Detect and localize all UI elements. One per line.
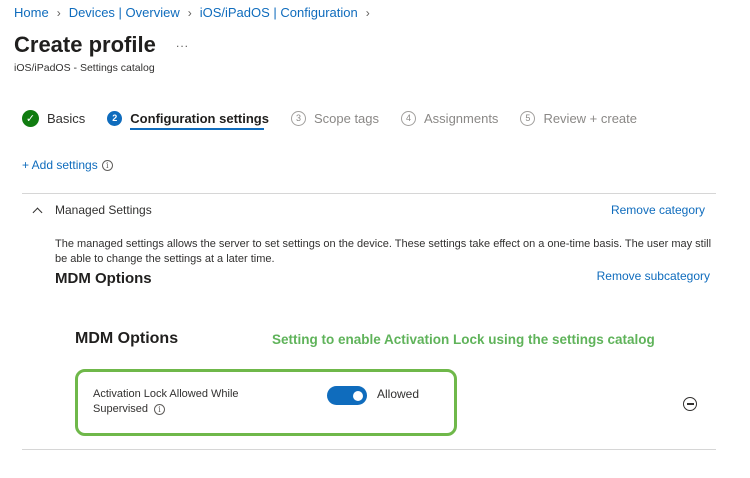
- subcategory-title: MDM Options: [55, 270, 152, 287]
- step-number-icon: 3: [290, 110, 306, 126]
- category-name: Managed Settings: [55, 203, 152, 217]
- step-number-icon: 5: [520, 110, 536, 126]
- breadcrumb-chevron-icon: ›: [365, 5, 370, 20]
- settings-group-title: MDM Options: [75, 330, 179, 347]
- breadcrumb-chevron-icon: ›: [56, 5, 61, 20]
- toggle-state-label: Allowed: [377, 387, 420, 401]
- breadcrumb-home[interactable]: Home: [14, 5, 49, 20]
- remove-setting-icon[interactable]: [683, 397, 697, 411]
- info-icon[interactable]: i: [101, 159, 113, 171]
- tab-label: Review + create: [543, 110, 638, 126]
- tab-basics[interactable]: ✓ Basics: [22, 109, 86, 127]
- checkmark-icon: ✓: [22, 109, 39, 127]
- activation-lock-toggle[interactable]: [327, 386, 367, 405]
- wizard-steps: ✓ Basics 2 Configuration settings 3 Scop…: [22, 108, 659, 128]
- page-subtitle: iOS/iPadOS - Settings catalog: [14, 62, 155, 74]
- setting-label-line2: Supervised: [93, 403, 149, 415]
- setting-label-line1: Activation Lock Allowed While: [93, 388, 239, 400]
- add-settings-label: + Add settings: [22, 158, 98, 172]
- breadcrumb-ios-configuration[interactable]: iOS/iPadOS | Configuration: [200, 5, 358, 20]
- category-description: The managed settings allows the server t…: [55, 238, 712, 265]
- breadcrumb-chevron-icon: ›: [187, 5, 192, 20]
- remove-subcategory-link[interactable]: Remove subcategory: [597, 269, 710, 283]
- tab-scope-tags[interactable]: 3 Scope tags: [290, 110, 380, 126]
- active-tab-indicator: [130, 128, 264, 130]
- page-title: Create profile: [14, 32, 156, 57]
- category-header[interactable]: Managed Settings: [32, 203, 152, 217]
- more-options-icon[interactable]: ...: [176, 36, 189, 50]
- annotation-caption: Setting to enable Activation Lock using …: [272, 332, 655, 347]
- minus-bar: [686, 403, 694, 405]
- tab-review-create[interactable]: 5 Review + create: [520, 110, 638, 126]
- remove-category-link[interactable]: Remove category: [611, 203, 705, 217]
- section-divider: [22, 193, 716, 194]
- step-number-icon: 2: [107, 110, 123, 126]
- section-divider: [22, 449, 716, 450]
- tab-label: Basics: [47, 110, 86, 126]
- chevron-up-icon: [32, 207, 43, 217]
- setting-label: Activation Lock Allowed While Supervised…: [93, 387, 293, 417]
- tab-label: Assignments: [424, 110, 499, 126]
- breadcrumb: Home › Devices | Overview › iOS/iPadOS |…: [14, 5, 378, 20]
- tab-configuration-settings[interactable]: 2 Configuration settings: [107, 110, 269, 126]
- step-number-icon: 4: [401, 110, 417, 126]
- toggle-knob: [353, 390, 363, 401]
- tab-label: Scope tags: [313, 110, 380, 126]
- breadcrumb-devices-overview[interactable]: Devices | Overview: [69, 5, 180, 20]
- info-icon[interactable]: i: [154, 404, 166, 415]
- tab-assignments[interactable]: 4 Assignments: [401, 110, 499, 126]
- tab-label: Configuration settings: [130, 110, 269, 126]
- add-settings-button[interactable]: + Add settings i: [22, 158, 113, 172]
